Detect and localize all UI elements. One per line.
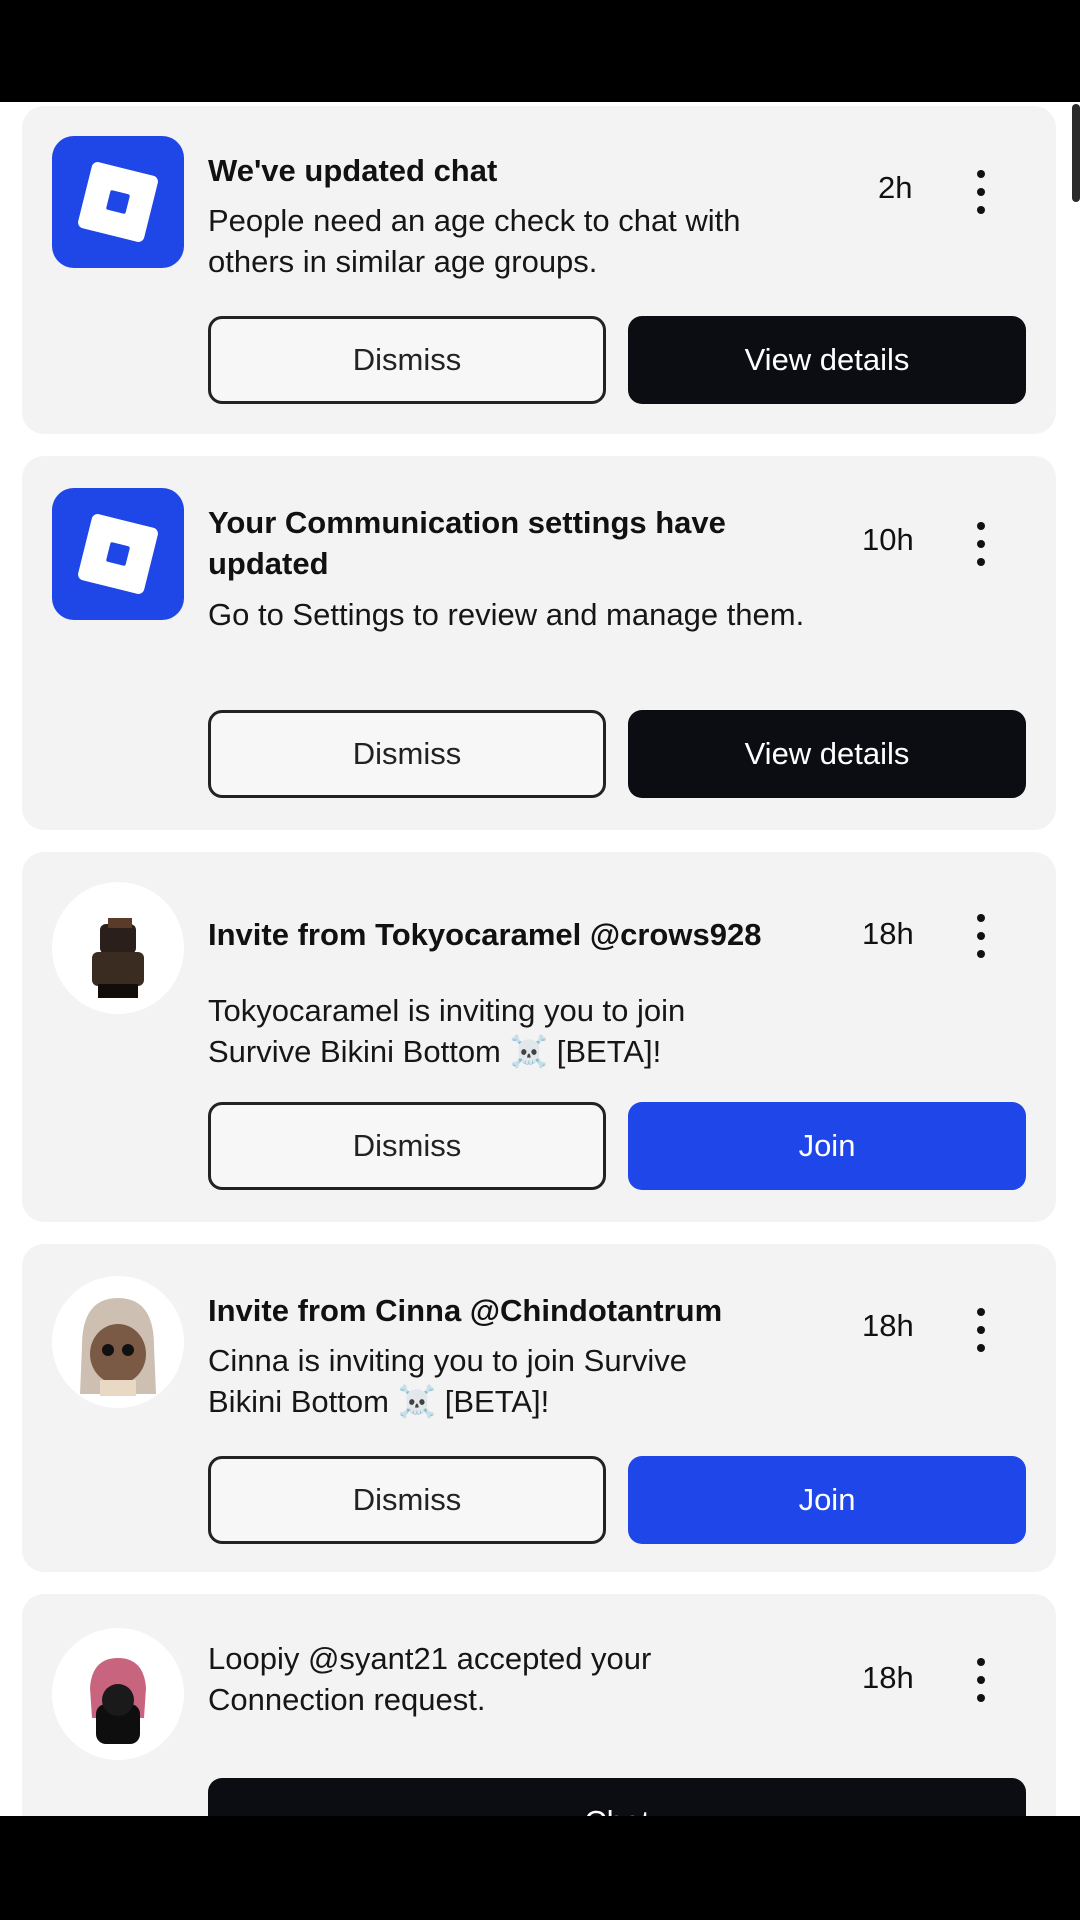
notification-body: Tokyocaramel is inviting you to join Sur… [208, 990, 828, 1072]
more-options-icon[interactable] [968, 1306, 994, 1354]
status-bar [0, 0, 1080, 102]
notification-time: 10h [862, 522, 914, 557]
notification-body: People need an age check to chat with ot… [208, 203, 741, 279]
user-avatar-pink[interactable] [52, 1628, 184, 1760]
notification-body-game: Survive Bikini Bottom [208, 1034, 501, 1069]
notification-body-game: Bikini Bottom [208, 1384, 389, 1419]
user-avatar-blonde[interactable] [52, 1276, 184, 1408]
dismiss-button[interactable]: Dismiss [208, 710, 606, 798]
dismiss-button[interactable]: Dismiss [208, 316, 606, 404]
notification-body-tag: [BETA]! [444, 1384, 550, 1419]
notification-body-line: Cinna is inviting you to join Survive [208, 1343, 688, 1378]
notification-card: Invite from Tokyocaramel @crows928 Tokyo… [22, 852, 1056, 1222]
more-options-icon[interactable] [968, 520, 994, 568]
notification-title: Invite from Cinna @Chindotantrum [208, 1293, 723, 1328]
notification-time: 18h [862, 1308, 914, 1343]
notification-card: Loopiy @syant21 accepted your Connection… [22, 1594, 1056, 1816]
more-options-icon[interactable] [968, 168, 994, 216]
notification-time: 18h [862, 916, 914, 951]
notification-body: Go to Settings to review and manage them… [208, 597, 805, 632]
notifications-list[interactable]: We've updated chat People need an age ch… [0, 102, 1080, 1816]
roblox-logo-icon [52, 488, 184, 620]
notification-time: 18h [862, 1660, 914, 1695]
roblox-logo-icon [52, 136, 184, 268]
join-button[interactable]: Join [628, 1102, 1026, 1190]
notification-body-tag: [BETA]! [556, 1034, 662, 1069]
notification-title: Your Communication settings have updated [208, 505, 726, 581]
notification-card: Invite from Cinna @Chindotantrum Cinna i… [22, 1244, 1056, 1572]
view-details-button[interactable]: View details [628, 710, 1026, 798]
notification-body-line: Tokyocaramel is inviting you to join [208, 993, 686, 1028]
chat-button[interactable]: Chat [208, 1778, 1026, 1816]
more-options-icon[interactable] [968, 1656, 994, 1704]
notification-body: Loopiy @syant21 accepted your Connection… [208, 1641, 652, 1717]
navigation-bar [0, 1816, 1080, 1920]
notification-body: Cinna is inviting you to join Survive Bi… [208, 1340, 828, 1422]
skull-icon: ☠️ [397, 1384, 437, 1419]
notification-card: Your Communication settings have updated… [22, 456, 1056, 830]
dismiss-button[interactable]: Dismiss [208, 1102, 606, 1190]
notification-title: Invite from Tokyocaramel @crows928 [208, 917, 762, 952]
join-button[interactable]: Join [628, 1456, 1026, 1544]
notification-time: 2h [878, 170, 913, 205]
notification-title: We've updated chat [208, 153, 498, 188]
skull-icon: ☠️ [509, 1034, 549, 1069]
dismiss-button[interactable]: Dismiss [208, 1456, 606, 1544]
user-avatar-dark[interactable] [52, 882, 184, 1014]
scrollbar[interactable] [1072, 104, 1080, 202]
notification-card: We've updated chat People need an age ch… [22, 106, 1056, 434]
more-options-icon[interactable] [968, 912, 994, 960]
view-details-button[interactable]: View details [628, 316, 1026, 404]
